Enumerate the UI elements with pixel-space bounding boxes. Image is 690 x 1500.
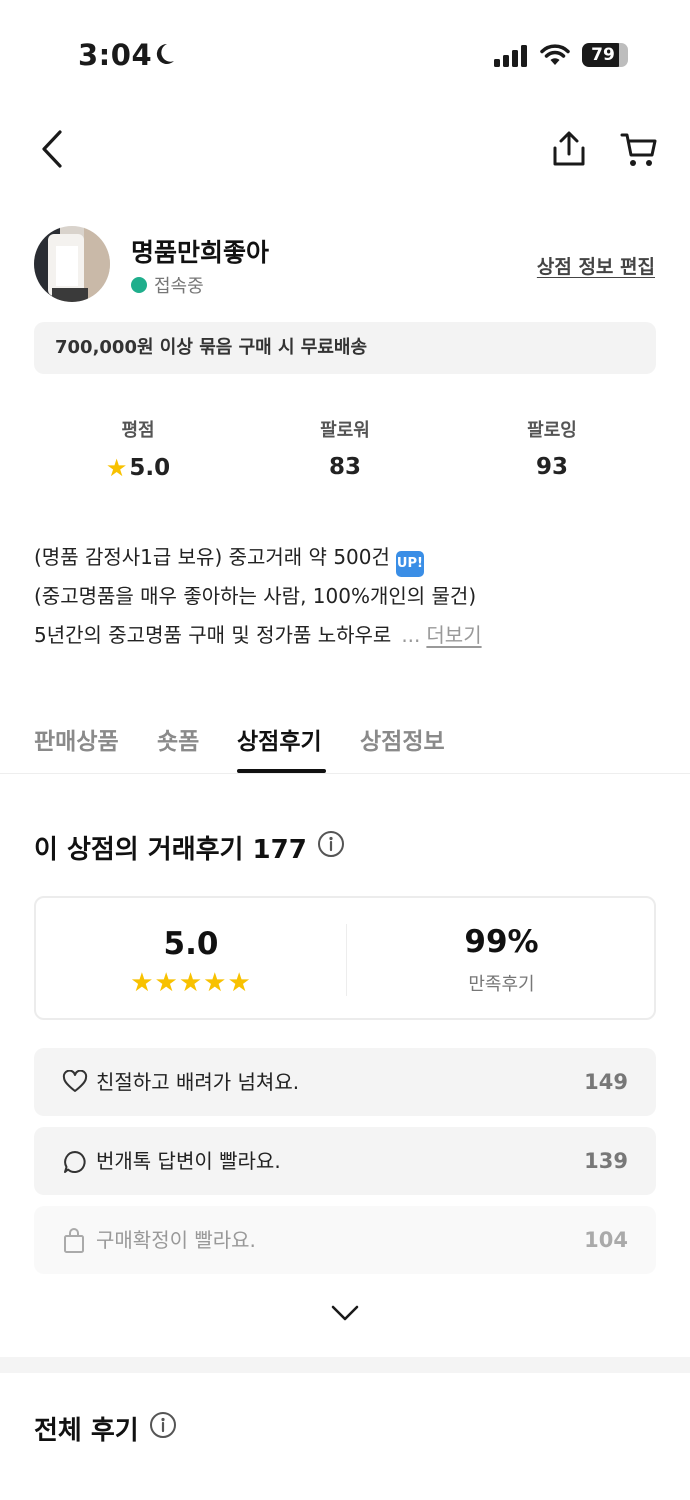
review-keyword-count: 104 — [584, 1228, 628, 1252]
status-time: 3:04 — [78, 38, 153, 72]
review-keyword-count: 139 — [584, 1149, 628, 1173]
active-tab-indicator — [237, 769, 326, 773]
store-avatar[interactable] — [34, 226, 110, 302]
battery-icon: 79 — [582, 43, 628, 67]
store-name: 명품만희좋아 — [131, 238, 270, 267]
up-emoji-badge: UP! — [395, 551, 424, 577]
share-icon — [553, 131, 585, 166]
tab-store-info[interactable]: 상점정보 — [360, 722, 445, 756]
reviews-title: 이 상점의 거래후기 177 — [34, 835, 307, 865]
expand-button[interactable] — [330, 1303, 360, 1327]
followers-label: 팔로워 — [320, 420, 370, 441]
cellular-signal-icon — [494, 45, 528, 71]
info-icon[interactable] — [149, 1411, 177, 1446]
star-icon: ★ — [105, 454, 128, 482]
review-keyword-text: 친절하고 배려가 넘쳐요. — [96, 1070, 300, 1094]
store-bio: (명품 감정사1급 보유) 중고거래 약 500건 UP! (중고명품을 매우 좋… — [34, 538, 664, 655]
back-button[interactable] — [38, 128, 66, 174]
five-stars-icon: ★★★★★ — [130, 968, 252, 998]
battery-level: 79 — [591, 45, 615, 65]
chevron-down-icon — [331, 1305, 359, 1321]
bio-line-3: 5년간의 중고명품 구매 및 정가품 노하우로 — [34, 623, 392, 647]
average-score: 5.0 ★★★★★ — [36, 898, 346, 998]
store-tabs: 판매상품 숏폼 상점후기 상점정보 — [0, 712, 690, 774]
bio-line-1: (명품 감정사1급 보유) 중고거래 약 500건 — [34, 545, 390, 569]
satisfaction-value: 99% — [464, 924, 539, 960]
info-icon[interactable] — [317, 830, 345, 865]
edit-store-info-link[interactable]: 상점 정보 편집 — [537, 252, 655, 279]
bio-ellipsis: ... — [401, 623, 421, 647]
section-divider — [0, 1357, 690, 1373]
review-score-box: 5.0 ★★★★★ 99% 만족후기 — [34, 896, 656, 1020]
share-button[interactable] — [551, 130, 587, 172]
bio-line-2: (중고명품을 매우 좋아하는 사람, 100%개인의 물건) — [34, 584, 477, 608]
chat-bubble-icon — [62, 1149, 88, 1179]
status-bar: 3:04 79 — [0, 0, 690, 110]
shipping-banner: 700,000원 이상 묶음 구매 시 무료배송 — [34, 322, 656, 374]
review-keyword-text: 구매확정이 빨라요. — [96, 1228, 256, 1252]
shopping-bag-icon — [62, 1228, 86, 1258]
bio-more-link[interactable]: 더보기 — [426, 623, 481, 647]
tab-products[interactable]: 판매상품 — [34, 722, 119, 756]
cart-button[interactable] — [620, 132, 658, 172]
shopping-cart-icon — [620, 133, 657, 166]
rating-label: 평점 — [121, 420, 155, 441]
average-score-value: 5.0 — [163, 926, 219, 962]
wifi-icon — [540, 43, 570, 71]
rating-value: 5.0 — [129, 455, 171, 481]
review-keyword-count: 149 — [584, 1070, 628, 1094]
all-reviews-section-title: 전체 후기 — [34, 1410, 177, 1447]
reviews-section-title: 이 상점의 거래후기 177 — [34, 829, 345, 866]
review-keyword-row: 친절하고 배려가 넘쳐요. 149 — [34, 1048, 656, 1116]
rating-stat: 평점 ★ 5.0 — [68, 416, 208, 482]
chevron-left-icon — [42, 130, 62, 168]
review-keyword-row: 번개톡 답변이 빨라요. 139 — [34, 1127, 656, 1195]
all-reviews-title: 전체 후기 — [34, 1416, 139, 1446]
online-status: 접속중 — [131, 272, 204, 298]
satisfaction-label: 만족후기 — [468, 974, 535, 995]
online-dot-icon — [131, 277, 147, 293]
review-keyword-row: 구매확정이 빨라요. 104 — [34, 1206, 656, 1274]
store-stats: 평점 ★ 5.0 팔로워 83 팔로잉 93 — [0, 416, 690, 486]
followers-stat[interactable]: 팔로워 83 — [275, 416, 415, 480]
tab-store-reviews[interactable]: 상점후기 — [237, 722, 322, 756]
followers-value: 83 — [328, 454, 361, 480]
following-label: 팔로잉 — [527, 420, 577, 441]
following-stat[interactable]: 팔로잉 93 — [482, 416, 622, 480]
moon-icon — [152, 42, 176, 70]
tab-shortform[interactable]: 숏폼 — [157, 722, 199, 756]
review-keyword-text: 번개톡 답변이 빨라요. — [96, 1149, 281, 1173]
following-value: 93 — [535, 454, 568, 480]
heart-icon — [62, 1069, 88, 1098]
online-status-label: 접속중 — [154, 276, 204, 297]
satisfaction-score: 99% 만족후기 — [347, 898, 656, 996]
